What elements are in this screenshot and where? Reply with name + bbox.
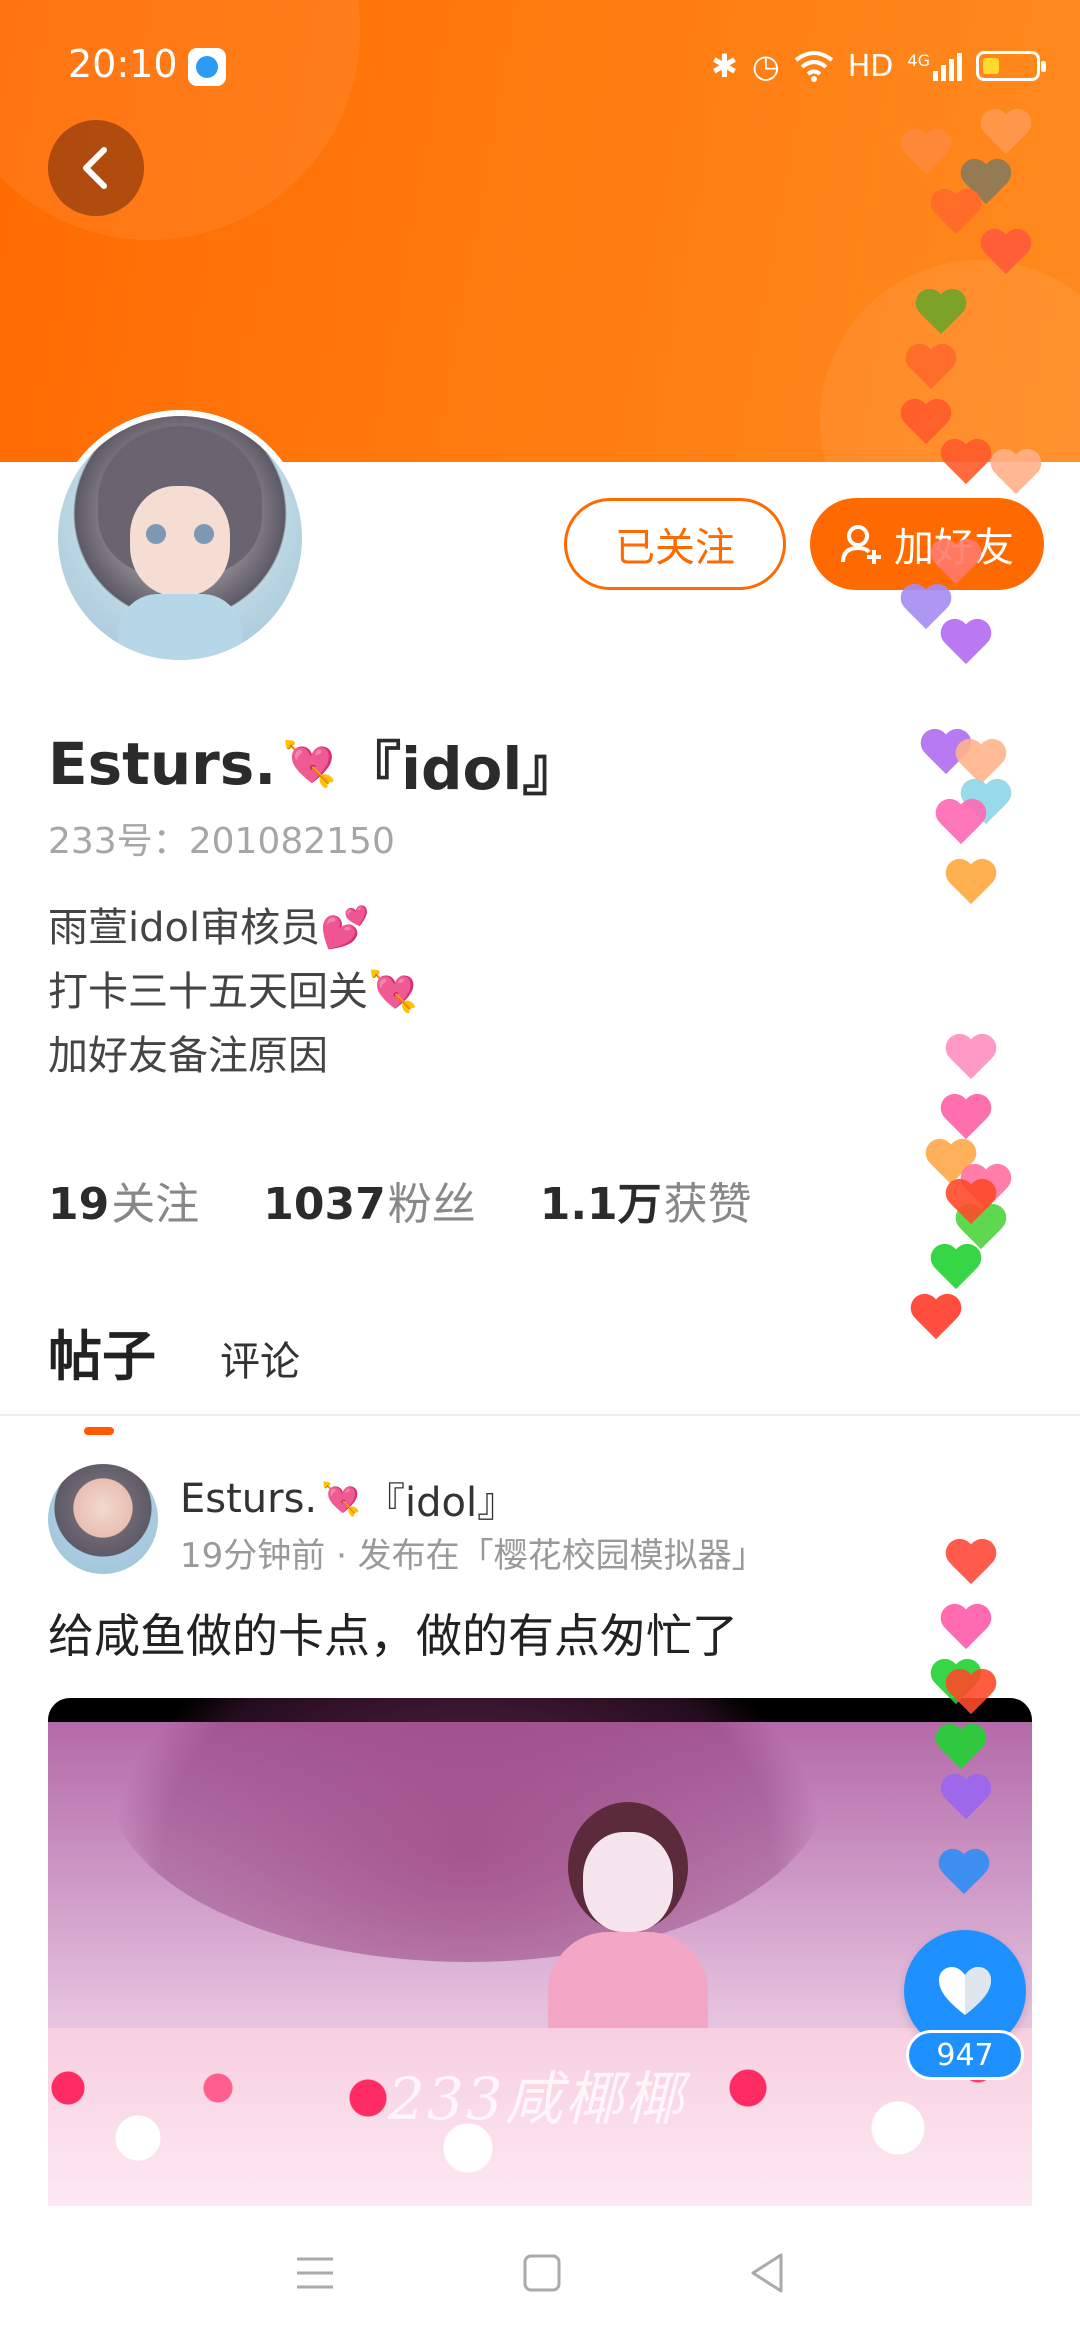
back-button[interactable] xyxy=(48,120,144,216)
menu-icon[interactable] xyxy=(293,2255,337,2291)
profile-name-text: Esturs. xyxy=(48,730,277,798)
floating-heart-icon xyxy=(945,1670,997,1722)
post-author-avatar[interactable] xyxy=(48,1464,158,1574)
tab-comments[interactable]: 评论 xyxy=(220,1329,300,1387)
back-nav-icon[interactable] xyxy=(747,2251,787,2295)
floating-heart-icon xyxy=(938,1850,990,1902)
user-id: 233号：201082150 xyxy=(48,821,395,862)
floating-heart-icon xyxy=(945,860,997,912)
floating-heart-icon xyxy=(935,800,987,852)
floating-heart-icon xyxy=(930,1245,982,1297)
app-notification-icon xyxy=(188,48,226,86)
post-meta: 19分钟前 · 发布在「樱花校园模拟器」 xyxy=(180,1536,766,1576)
floating-heart-icon xyxy=(935,1725,987,1777)
profile-tabs: 帖子 评论 xyxy=(48,1312,300,1435)
following-stat[interactable]: 19关注 xyxy=(48,1168,199,1232)
post-author[interactable]: Esturs. 💘 『idol』 xyxy=(180,1470,517,1528)
add-user-icon xyxy=(841,525,881,564)
character-face xyxy=(583,1832,673,1932)
home-icon[interactable] xyxy=(522,2253,562,2293)
floating-heart-icon xyxy=(980,110,1032,162)
post-author-name: Esturs. xyxy=(180,1476,318,1522)
post-video[interactable]: 233咸椰椰 xyxy=(48,1698,1032,2208)
profile-avatar[interactable] xyxy=(52,410,308,666)
post-author-suffix: 『idol』 xyxy=(365,1480,518,1526)
like-count: 947 xyxy=(906,2030,1024,2080)
add-friend-button[interactable]: 加好友 xyxy=(810,498,1044,590)
divider xyxy=(0,1414,1080,1416)
wifi-icon xyxy=(794,51,833,82)
system-navigation-bar xyxy=(0,2206,1080,2340)
floating-heart-icon xyxy=(940,440,992,492)
floating-heart-icon xyxy=(945,1180,997,1232)
profile-stats: 19关注 1037粉丝 1.1万获赞 xyxy=(48,1168,752,1232)
profile-bio: 雨萱idol审核员💕 打卡三十五天回关💘 加好友备注原因 xyxy=(48,896,418,1088)
status-icons: ✱ ◷ HD 4G xyxy=(711,44,1046,88)
floating-heart-icon xyxy=(905,345,957,397)
bio-line: 雨萱idol审核员💕 xyxy=(48,905,370,951)
signal-icon: 4G xyxy=(907,51,962,81)
heart-arrow-emoji-icon: 💘 xyxy=(321,1480,361,1518)
floating-heart-icon xyxy=(940,1605,992,1657)
video-thumbnail: 233咸椰椰 xyxy=(48,1698,1032,2208)
floating-heart-icon xyxy=(980,230,1032,282)
profile-name-suffix: 『idol』 xyxy=(343,735,581,803)
floating-heart-icon xyxy=(940,620,992,672)
likes-stat: 1.1万获赞 xyxy=(540,1168,752,1232)
floating-heart-icon xyxy=(900,130,952,182)
floating-heart-icon xyxy=(930,190,982,242)
floating-heart-icon xyxy=(945,1035,997,1087)
heart-icon xyxy=(939,1967,991,2015)
fans-count: 1037 xyxy=(263,1179,386,1230)
video-watermark: 233咸椰椰 xyxy=(388,2065,685,2133)
likes-count: 1.1万 xyxy=(539,1179,662,1230)
fans-label: 粉丝 xyxy=(387,1179,476,1230)
profile-name: Esturs. 💘 『idol』 xyxy=(48,722,580,806)
followed-button[interactable]: 已关注 xyxy=(564,498,786,590)
floating-heart-icon xyxy=(915,290,967,342)
post-text[interactable]: 给咸鱼做的卡点，做的有点匆忙了 xyxy=(48,1600,738,1666)
signal-label: 4G xyxy=(907,51,930,70)
bio-line: 打卡三十五天回关💘 xyxy=(48,969,418,1015)
alarm-icon: ◷ xyxy=(751,47,780,85)
fans-stat[interactable]: 1037粉丝 xyxy=(263,1168,475,1232)
floating-heart-icon xyxy=(990,450,1042,502)
network-label: HD xyxy=(847,48,894,84)
following-label: 关注 xyxy=(111,1179,200,1230)
status-bar: 20:10 ✱ ◷ HD 4G xyxy=(0,0,1080,132)
avatar xyxy=(58,416,302,660)
umbrella-shape xyxy=(108,1698,828,1962)
floating-heart-icon xyxy=(945,1540,997,1592)
following-count: 19 xyxy=(48,1179,110,1230)
battery-icon xyxy=(976,51,1046,81)
likes-label: 获赞 xyxy=(663,1179,752,1230)
floating-heart-icon xyxy=(940,1775,992,1827)
bluetooth-icon: ✱ xyxy=(711,47,738,85)
bio-line: 加好友备注原因 xyxy=(48,1033,328,1079)
status-time: 20:10 xyxy=(68,42,178,86)
floating-heart-icon xyxy=(910,1295,962,1347)
tab-posts[interactable]: 帖子 xyxy=(48,1312,156,1435)
chevron-left-icon xyxy=(83,147,107,189)
heart-arrow-emoji-icon: 💘 xyxy=(282,739,338,790)
